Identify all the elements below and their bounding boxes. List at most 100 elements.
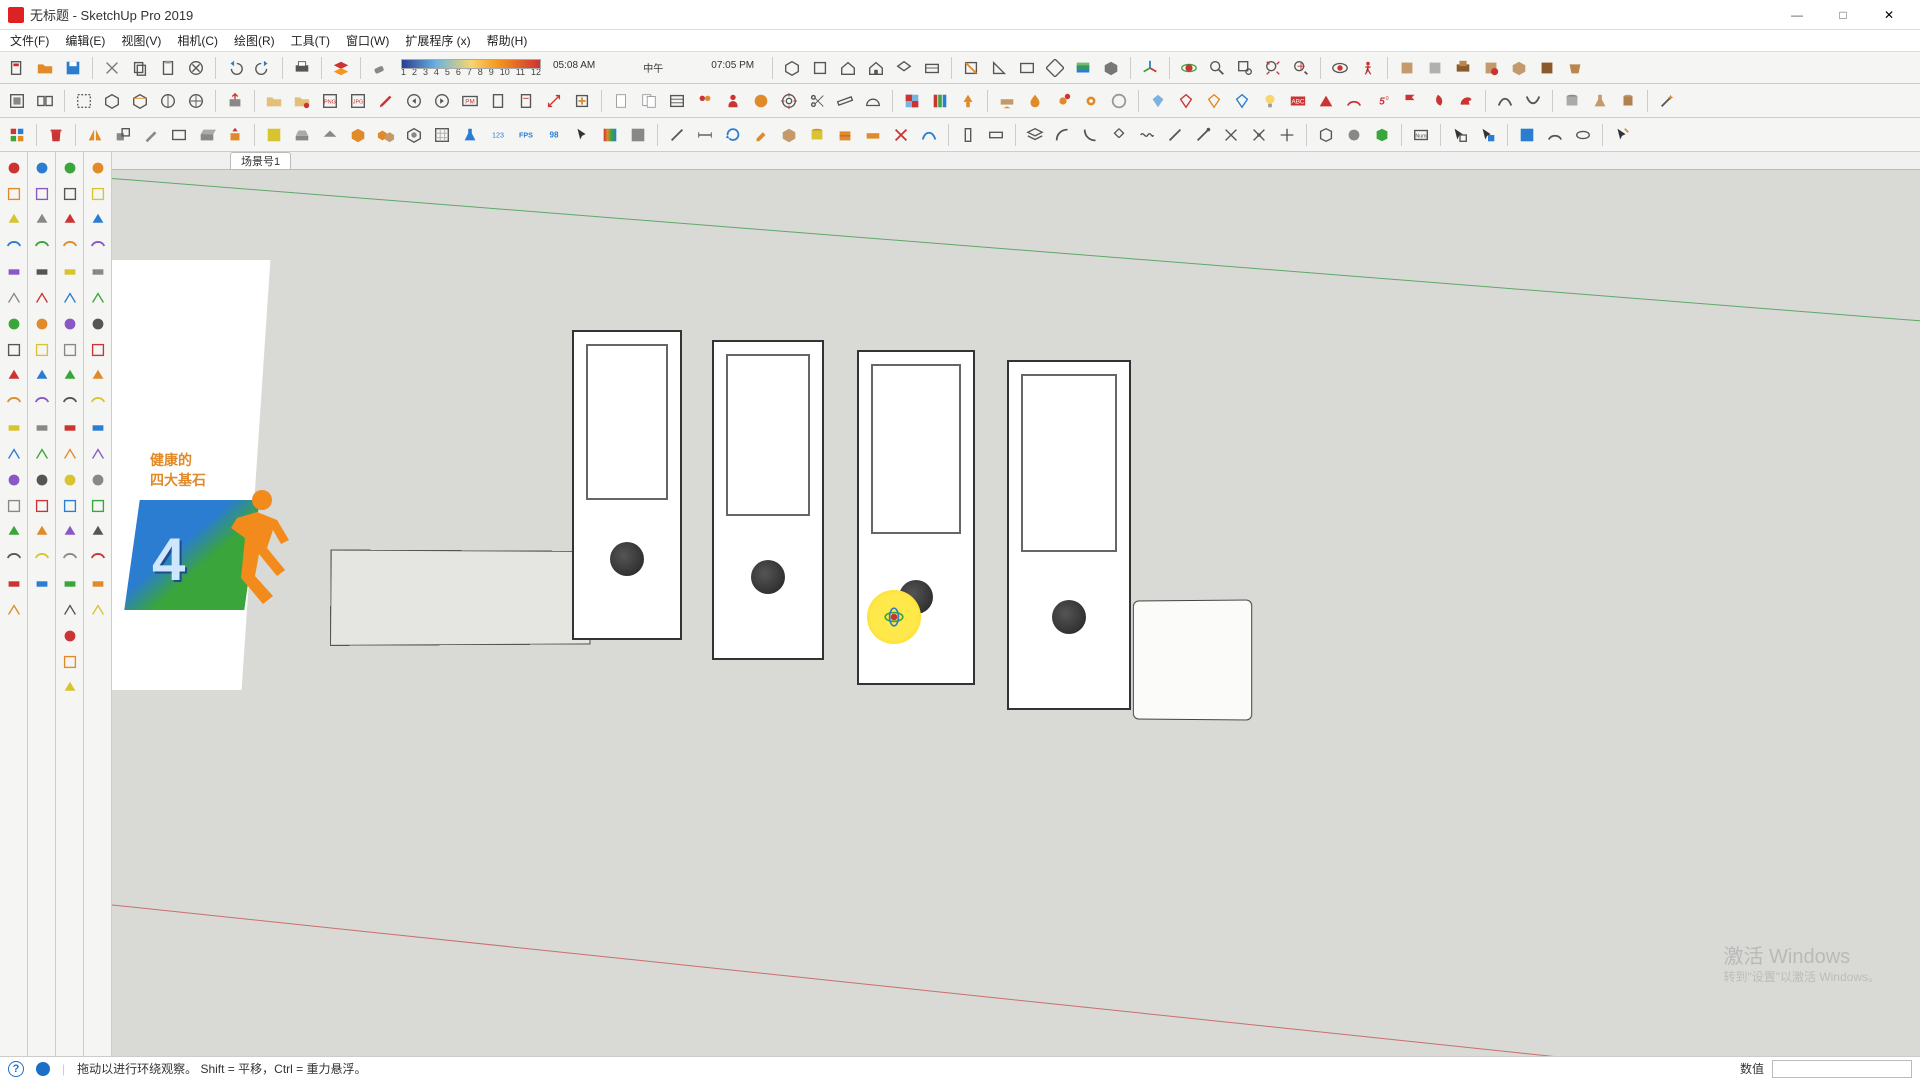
loop2-button[interactable] <box>58 182 82 206</box>
grid3-button[interactable] <box>86 182 110 206</box>
section-plane-button[interactable] <box>958 55 984 81</box>
panel4-button[interactable] <box>2 572 26 596</box>
sphere-ico-button[interactable] <box>1341 122 1367 148</box>
hex2-button[interactable] <box>1369 122 1395 148</box>
tube-button[interactable] <box>1559 88 1585 114</box>
section-fill-button[interactable] <box>1042 55 1068 81</box>
stair-button[interactable] <box>86 156 110 180</box>
redo-button[interactable] <box>250 55 276 81</box>
slash2-button[interactable] <box>1190 122 1216 148</box>
layers-ico-button[interactable] <box>1022 122 1048 148</box>
folder2-button[interactable] <box>289 88 315 114</box>
cross3-button[interactable] <box>1274 122 1300 148</box>
style1-button[interactable] <box>1394 55 1420 81</box>
cut2-button[interactable] <box>888 122 914 148</box>
panel-button[interactable] <box>2 494 26 518</box>
flower2-button[interactable] <box>2 390 26 414</box>
vcb-input[interactable] <box>1772 1060 1912 1078</box>
make-group-button[interactable] <box>4 88 30 114</box>
cg2-button[interactable] <box>58 546 82 570</box>
doc1-button[interactable] <box>485 88 511 114</box>
line-button[interactable] <box>664 122 690 148</box>
knife-button[interactable] <box>138 122 164 148</box>
cube4-button[interactable] <box>30 494 54 518</box>
png-button[interactable]: PNG <box>317 88 343 114</box>
c2-button[interactable] <box>58 338 82 362</box>
groove-button[interactable] <box>86 208 110 232</box>
style5-button[interactable] <box>1506 55 1532 81</box>
sheet1-button[interactable] <box>608 88 634 114</box>
camera3-button[interactable] <box>2 338 26 362</box>
brick2-button[interactable] <box>860 122 886 148</box>
cross2-button[interactable] <box>1246 122 1272 148</box>
gear-button[interactable] <box>1078 88 1104 114</box>
circle-gizmo-button[interactable] <box>1570 122 1596 148</box>
top-view-button[interactable] <box>891 55 917 81</box>
box5-button[interactable] <box>86 468 110 492</box>
tool-d-button[interactable] <box>155 88 181 114</box>
cyl-button[interactable] <box>804 122 830 148</box>
cut-button[interactable] <box>99 55 125 81</box>
diamond4-button[interactable] <box>1229 88 1255 114</box>
person-button[interactable] <box>720 88 746 114</box>
lock-button[interactable] <box>2 312 26 336</box>
stairs-button[interactable] <box>58 208 82 232</box>
layers2-button[interactable] <box>86 416 110 440</box>
tool-e-button[interactable] <box>183 88 209 114</box>
door-button[interactable] <box>86 520 110 544</box>
bottom-view-button[interactable] <box>919 55 945 81</box>
arc4-button[interactable] <box>86 494 110 518</box>
c3-button[interactable] <box>58 364 82 388</box>
lines2-button[interactable] <box>58 650 82 674</box>
pencil-button[interactable] <box>373 88 399 114</box>
delete-button[interactable] <box>183 55 209 81</box>
circle-button[interactable] <box>30 338 54 362</box>
grid2-button[interactable] <box>429 122 455 148</box>
make-component-button[interactable] <box>32 88 58 114</box>
bars-button[interactable] <box>86 546 110 570</box>
up-arrow-button[interactable] <box>955 88 981 114</box>
pattern-button[interactable] <box>899 88 925 114</box>
curve3-button[interactable] <box>1542 122 1568 148</box>
sel2-button[interactable] <box>1475 122 1501 148</box>
cube-button[interactable] <box>345 122 371 148</box>
print-button[interactable] <box>289 55 315 81</box>
bar-button[interactable] <box>2 416 26 440</box>
pm-button[interactable]: PM <box>457 88 483 114</box>
arrow2-button[interactable] <box>58 260 82 284</box>
box-button[interactable] <box>194 122 220 148</box>
arc-button[interactable] <box>1341 88 1367 114</box>
section-cut-button[interactable] <box>1014 55 1040 81</box>
mirror-button[interactable] <box>82 122 108 148</box>
sel1-button[interactable] <box>1447 122 1473 148</box>
colors-button[interactable] <box>927 88 953 114</box>
layers-button[interactable] <box>2 468 26 492</box>
flip-button[interactable] <box>1106 122 1132 148</box>
tool-a-button[interactable] <box>71 88 97 114</box>
push-pull-button[interactable] <box>222 88 248 114</box>
front-view-button[interactable] <box>807 55 833 81</box>
forward-button[interactable] <box>429 88 455 114</box>
tri3-button[interactable] <box>30 390 54 414</box>
curve5-button[interactable] <box>86 260 110 284</box>
slash1-button[interactable] <box>1162 122 1188 148</box>
home-view-button[interactable] <box>835 55 861 81</box>
pin-button[interactable] <box>30 312 54 336</box>
curve4-button[interactable] <box>86 234 110 258</box>
wall-button[interactable] <box>832 122 858 148</box>
look-around-button[interactable] <box>1327 55 1353 81</box>
zoom-extents-button[interactable] <box>1260 55 1286 81</box>
jpg-button[interactable]: JPG <box>345 88 371 114</box>
cloud-button[interactable] <box>30 208 54 232</box>
panel3-button[interactable] <box>2 546 26 570</box>
xray-button[interactable] <box>1070 55 1096 81</box>
lab-button[interactable] <box>457 122 483 148</box>
panel2-button[interactable] <box>2 520 26 544</box>
num-button[interactable]: 50 <box>1369 88 1395 114</box>
c7-button[interactable] <box>58 468 82 492</box>
sheets-button[interactable] <box>636 88 662 114</box>
tri5-button[interactable] <box>30 442 54 466</box>
open-file-button[interactable] <box>32 55 58 81</box>
line2-button[interactable] <box>58 624 82 648</box>
style2-button[interactable] <box>1422 55 1448 81</box>
